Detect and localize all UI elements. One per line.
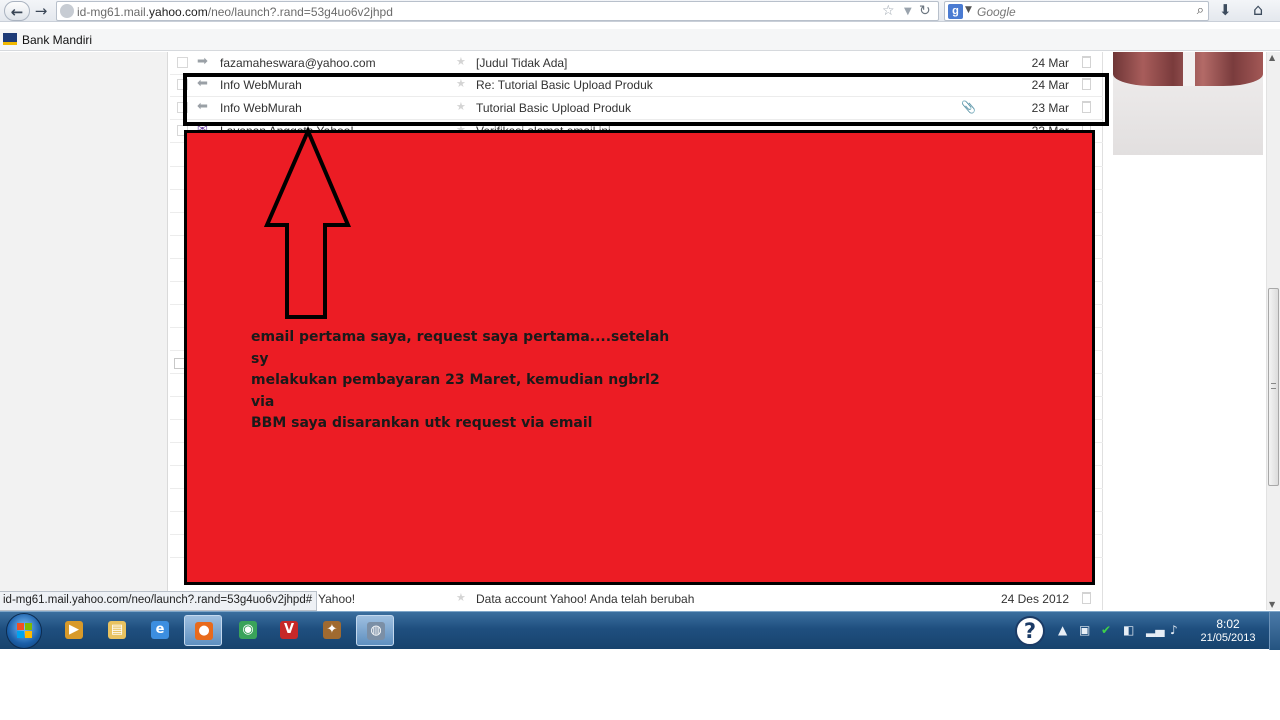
- taskbar-app-firefox[interactable]: ●: [184, 615, 222, 646]
- device-icon[interactable]: ▣: [1079, 623, 1090, 637]
- mail-row[interactable]: ➡ fazamaheswara@yahoo.com ★ [Judul Tidak…: [170, 52, 1103, 75]
- back-button[interactable]: ←: [4, 1, 30, 21]
- home-icon[interactable]: ⌂: [1253, 0, 1263, 19]
- mail-date: 24 Mar: [1031, 56, 1069, 70]
- firefox-icon: ●: [195, 622, 213, 640]
- game-icon: ✦: [323, 621, 341, 639]
- scroll-up-icon[interactable]: ▲: [1269, 53, 1275, 62]
- history-dropdown-icon[interactable]: ▼: [904, 3, 912, 20]
- search-icon[interactable]: ⌕: [1197, 3, 1204, 18]
- page-scrollbar[interactable]: ▲ ▼: [1266, 52, 1280, 610]
- bookmark-star-icon[interactable]: ☆: [882, 3, 895, 20]
- clock-time[interactable]: 8:02: [1203, 617, 1253, 631]
- site-identity-icon[interactable]: [60, 4, 74, 18]
- clock-date[interactable]: 21/05/2013: [1196, 632, 1260, 644]
- search-bar[interactable]: g ▼ Google ⌕: [944, 1, 1209, 21]
- taskbar-app-chrome[interactable]: ◉: [229, 615, 267, 646]
- mail-from: Yahoo!: [318, 592, 356, 606]
- taskbar-app-internet-explorer[interactable]: e: [141, 615, 179, 646]
- vc-icon: V: [280, 621, 298, 639]
- url-bar[interactable]: id-mg61.mail.yahoo.com/neo/launch?.rand=…: [56, 1, 939, 21]
- bookmarks-bar: Bank Mandiri: [0, 29, 1280, 51]
- taskbar-app-media-player[interactable]: ▶: [55, 615, 93, 646]
- explorer-icon: ▤: [108, 621, 126, 639]
- taskbar-app-explorer[interactable]: ▤: [98, 615, 136, 646]
- browser-toolbar: ← → id-mg61.mail.yahoo.com/neo/launch?.r…: [0, 0, 1280, 22]
- curtain-gap: [1183, 52, 1195, 86]
- forward-button[interactable]: →: [30, 1, 52, 21]
- url-text[interactable]: id-mg61.mail.yahoo.com/neo/launch?.rand=…: [77, 5, 393, 19]
- forward-icon: ➡: [197, 54, 208, 69]
- windows-logo-icon: [17, 623, 32, 638]
- highlight-box: [183, 73, 1109, 126]
- up-arrow-icon: [263, 125, 352, 319]
- internet-explorer-icon: e: [151, 621, 169, 639]
- grip-icon: [1271, 383, 1276, 389]
- help-icon[interactable]: ?: [1015, 616, 1045, 646]
- mail-from: fazamaheswara@yahoo.com: [220, 56, 376, 70]
- bookmark-bank-mandiri[interactable]: Bank Mandiri: [22, 33, 92, 47]
- trash-icon[interactable]: [1082, 56, 1091, 68]
- trash-icon[interactable]: [1082, 592, 1091, 604]
- volume-icon[interactable]: ♪: [1170, 623, 1178, 637]
- usb-icon[interactable]: ◧: [1123, 623, 1134, 637]
- download-icon[interactable]: ⬇: [1219, 1, 1232, 19]
- annotation-line: BBM saya disarankan utk request via emai…: [251, 415, 593, 431]
- screen: ← → id-mg61.mail.yahoo.com/neo/launch?.r…: [0, 0, 1280, 720]
- engine-dropdown-icon[interactable]: ▼: [965, 5, 972, 15]
- media-player-icon: ▶: [65, 621, 83, 639]
- annotation-line: melakukan pembayaran 23 Maret, kemudian …: [251, 372, 660, 410]
- left-pane: [0, 52, 168, 610]
- search-engine-icon[interactable]: g: [948, 4, 963, 19]
- mail-subject: Data account Yahoo! Anda telah berubah: [476, 592, 695, 606]
- annotation-text: email pertama saya, request saya pertama…: [251, 327, 681, 435]
- search-input[interactable]: Google: [977, 5, 1016, 19]
- mail-date: 24 Des 2012: [1000, 592, 1069, 606]
- show-hidden-icons-icon[interactable]: ▲: [1058, 623, 1067, 637]
- taskbar: ▶ ▤ e ● ◉ V ✦ ◍ ? ▲ ▣ ✔ ◧ ▂▄ ♪ 8:02 21/05/2013: [0, 611, 1280, 650]
- network-signal-icon[interactable]: ▂▄: [1146, 623, 1164, 637]
- row-checkbox[interactable]: [177, 57, 188, 68]
- scroll-down-icon[interactable]: ▼: [1269, 600, 1275, 609]
- start-button[interactable]: [6, 613, 42, 649]
- annotation-line: email pertama saya, request saya pertama…: [251, 329, 670, 367]
- flag-icon[interactable]: ★: [456, 591, 466, 604]
- taskbar-app-game[interactable]: ✦: [313, 615, 351, 646]
- scrollbar-thumb[interactable]: [1268, 288, 1279, 486]
- taskbar-app-vc[interactable]: V: [270, 615, 308, 646]
- status-link: id-mg61.mail.yahoo.com/neo/launch?.rand=…: [0, 591, 318, 611]
- chrome-icon: ◉: [239, 621, 257, 639]
- bank-mandiri-favicon-icon: [3, 33, 17, 45]
- ad-banner[interactable]: [1113, 52, 1263, 155]
- reload-icon[interactable]: ↻: [919, 3, 931, 20]
- network-app-icon: ◍: [367, 622, 385, 640]
- flag-icon[interactable]: ★: [456, 55, 466, 68]
- taskbar-app-network-app[interactable]: ◍: [356, 615, 394, 646]
- show-desktop-button[interactable]: [1269, 612, 1280, 650]
- security-check-icon[interactable]: ✔: [1101, 623, 1111, 637]
- mail-subject: [Judul Tidak Ada]: [476, 56, 568, 70]
